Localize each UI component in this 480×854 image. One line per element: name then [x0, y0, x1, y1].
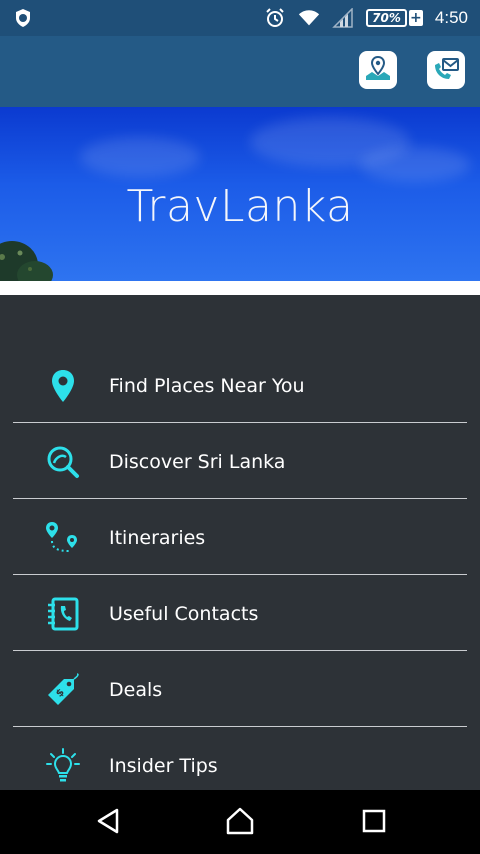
menu-item-insider-tips[interactable]: Insider Tips — [13, 728, 467, 790]
status-bar: 70% + 4:50 — [0, 0, 480, 36]
battery-icon: 70% + — [366, 9, 423, 27]
app-title: TravLanka — [126, 181, 354, 232]
menu-item-label: Itineraries — [109, 526, 206, 549]
clock: 4:50 — [434, 8, 468, 27]
divider — [13, 574, 467, 575]
tree-silhouette — [0, 241, 53, 281]
app-bar — [0, 36, 480, 107]
menu-item-label: Find Places Near You — [109, 374, 305, 397]
signal-icon — [332, 7, 354, 29]
menu-item-deals[interactable]: $ Deals — [13, 652, 467, 727]
divider — [13, 498, 467, 499]
wifi-icon — [298, 7, 320, 29]
map-location-button[interactable] — [359, 51, 397, 89]
banner-divider — [0, 281, 480, 295]
alarm-icon — [264, 7, 286, 29]
home-button[interactable] — [223, 806, 257, 840]
menu-item-label: Useful Contacts — [109, 602, 259, 625]
back-button[interactable] — [91, 806, 125, 840]
discover-search-icon — [43, 442, 83, 482]
system-nav-bar — [0, 790, 480, 854]
hero-banner: TravLanka — [0, 107, 480, 281]
vpn-shield-icon — [12, 7, 34, 29]
contact-book-icon — [43, 594, 83, 634]
contact-mail-icon — [432, 54, 460, 86]
menu-item-useful-contacts[interactable]: Useful Contacts — [13, 576, 467, 651]
menu-item-label: Discover Sri Lanka — [109, 450, 286, 473]
menu-item-itineraries[interactable]: Itineraries — [13, 500, 467, 575]
lightbulb-icon — [43, 746, 83, 786]
home-icon — [225, 806, 255, 840]
main-menu: Find Places Near You Discover Sri Lanka … — [0, 295, 480, 790]
contact-mail-button[interactable] — [427, 51, 465, 89]
route-icon — [43, 518, 83, 558]
divider — [13, 726, 467, 727]
menu-item-discover[interactable]: Discover Sri Lanka — [13, 424, 467, 499]
battery-percent: 70% — [366, 9, 407, 27]
divider — [13, 650, 467, 651]
divider — [13, 422, 467, 423]
battery-charging-icon: + — [408, 10, 423, 26]
back-icon — [95, 807, 121, 839]
map-location-icon — [364, 54, 392, 86]
menu-item-find-places[interactable]: Find Places Near You — [13, 348, 467, 423]
recents-icon — [361, 808, 387, 838]
menu-item-label: Deals — [109, 678, 163, 701]
location-pin-icon — [43, 366, 83, 406]
price-tag-icon: $ — [43, 670, 83, 710]
menu-item-label: Insider Tips — [109, 754, 218, 777]
recents-button[interactable] — [357, 806, 391, 840]
